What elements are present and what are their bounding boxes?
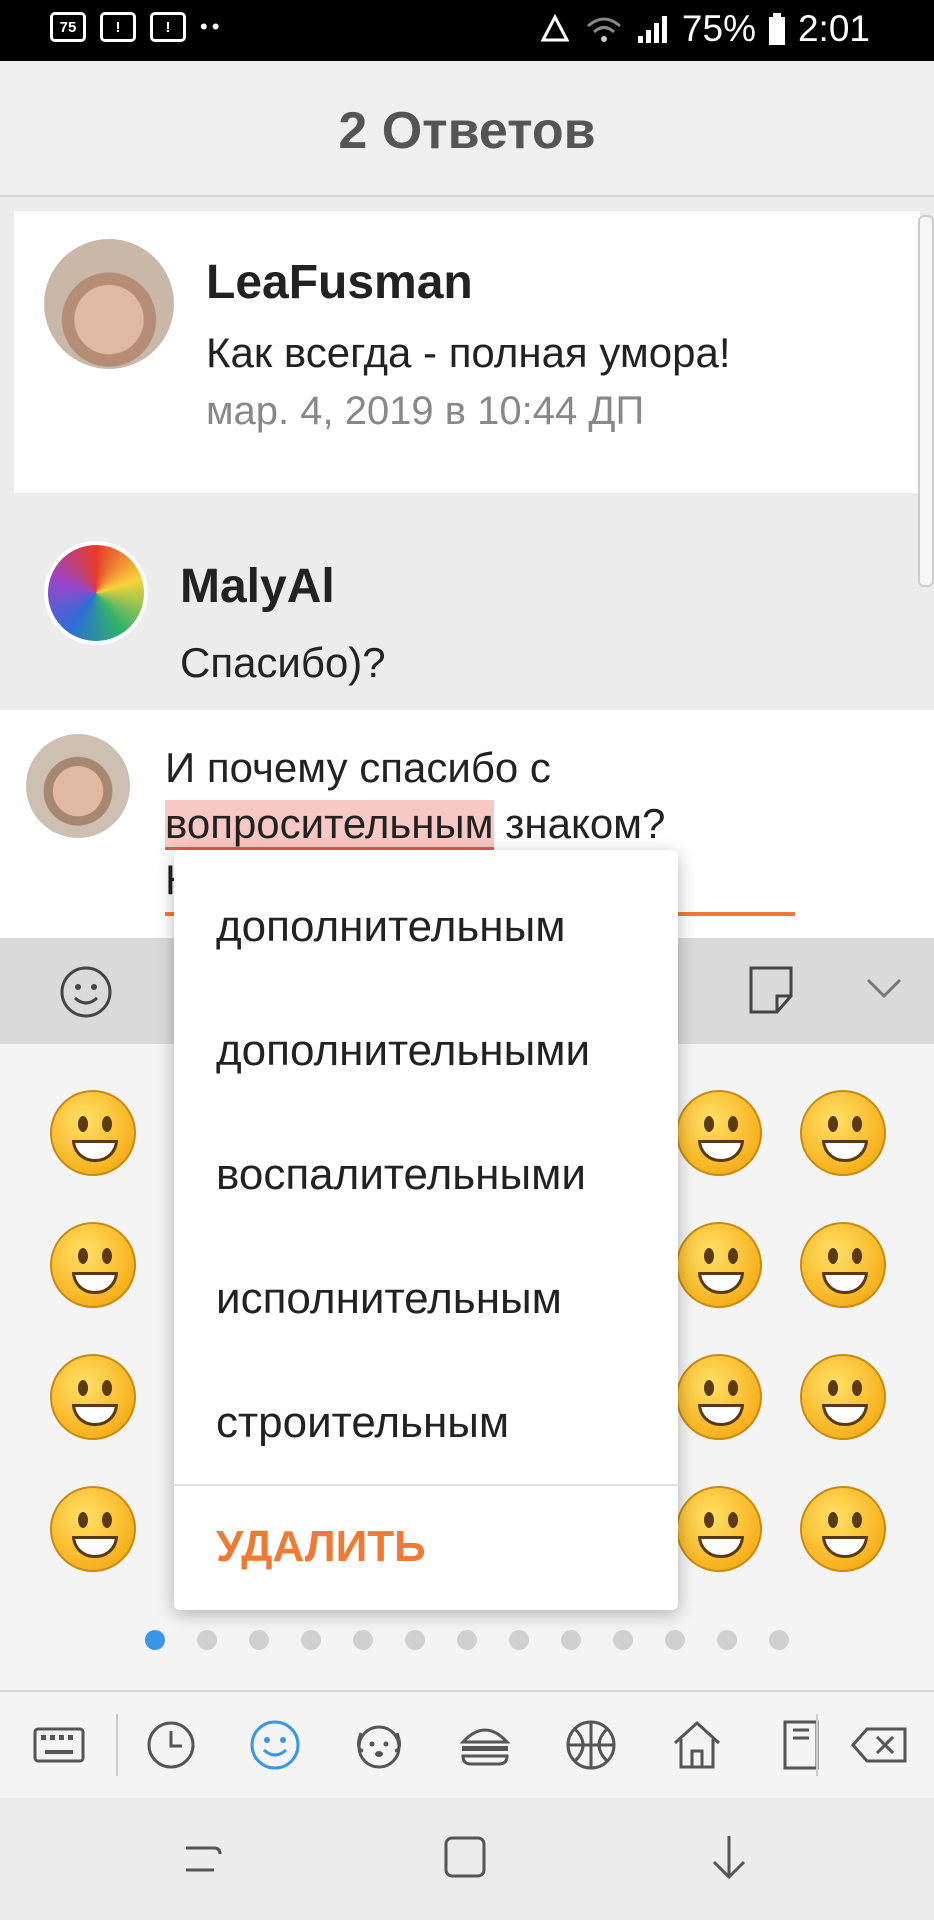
page-dot[interactable] (457, 1630, 477, 1650)
page-title: 2 Ответов (338, 102, 596, 160)
alert-icon: ! (100, 12, 136, 42)
status-bar: 75 ! ! •• 75% 2:01 (0, 0, 934, 61)
suggestion-item[interactable]: строительным (216, 1398, 509, 1448)
divider (816, 1714, 818, 1776)
battery-percent: 75% (681, 8, 756, 49)
emoji-category-bar (0, 1690, 934, 1798)
emoji-key[interactable] (50, 1354, 136, 1440)
back-down-arrow-icon[interactable] (704, 1832, 754, 1882)
emoji-key[interactable] (50, 1090, 136, 1176)
spell-suggestions-popup: дополнительным дополнительными воспалите… (174, 850, 678, 1610)
signal-icon (637, 16, 667, 43)
food-icon[interactable] (456, 1716, 514, 1774)
emoji-key[interactable] (50, 1222, 136, 1308)
emoji-key[interactable] (800, 1486, 886, 1572)
system-nav-bar (0, 1798, 934, 1920)
avatar[interactable] (44, 239, 174, 369)
page-dot[interactable] (509, 1630, 529, 1650)
emoji-mode-icon[interactable] (58, 964, 114, 1020)
suggestion-item[interactable]: дополнительными (216, 1026, 590, 1076)
more-notifications-icon: •• (200, 14, 224, 39)
page-dot[interactable] (353, 1630, 373, 1650)
reply-line-2: вопросительным знаком? (165, 796, 785, 852)
keyboard-icon[interactable] (30, 1716, 88, 1774)
emoji-key[interactable] (800, 1222, 886, 1308)
clock: 2:01 (797, 8, 870, 49)
suggestion-item[interactable]: исполнительным (216, 1274, 562, 1324)
comment-date: мар. 4, 2019 в 10:44 ДП (206, 389, 645, 433)
notification-badge: 75 (50, 12, 86, 42)
page-dot[interactable] (769, 1630, 789, 1650)
wifi-icon (586, 17, 621, 42)
emoji-key[interactable] (676, 1486, 762, 1572)
sticker-icon[interactable] (745, 964, 797, 1016)
scrollbar[interactable] (918, 215, 934, 587)
page-dot[interactable] (301, 1630, 321, 1650)
comment-author[interactable]: LeaFusman (206, 255, 473, 310)
emoji-key[interactable] (676, 1354, 762, 1440)
delete-word-button[interactable]: УДАЛИТЬ (216, 1522, 426, 1572)
recycle-icon (540, 14, 570, 42)
page-dot[interactable] (665, 1630, 685, 1650)
page-dot[interactable] (145, 1630, 165, 1650)
reply-line-1: И почему спасибо с (165, 744, 551, 791)
comment-text: Как всегда - полная умора! (206, 329, 731, 376)
alert-icon-2: ! (150, 12, 186, 42)
sports-ball-icon[interactable] (562, 1716, 620, 1774)
page-dot[interactable] (249, 1630, 269, 1650)
emoji-key[interactable] (800, 1090, 886, 1176)
page-dot[interactable] (561, 1630, 581, 1650)
emoji-key[interactable] (676, 1222, 762, 1308)
reply-line-2-rest: знаком? (493, 800, 666, 847)
battery-icon (768, 13, 785, 45)
comment-text: Спасибо)? (180, 639, 386, 686)
emoji-key[interactable] (800, 1354, 886, 1440)
page-indicator (145, 1630, 789, 1650)
divider (116, 1714, 118, 1776)
smiley-icon[interactable] (246, 1716, 304, 1774)
title-bar: 2 Ответов (0, 61, 934, 197)
status-right: 75% 2:01 (538, 8, 870, 50)
avatar (26, 734, 130, 838)
status-left-icons: 75 ! ! •• (50, 12, 223, 42)
collapse-chevron-icon[interactable] (864, 974, 904, 1002)
backspace-icon[interactable] (848, 1716, 910, 1774)
suggestion-item[interactable]: воспалительными (216, 1150, 586, 1200)
misspelled-word[interactable]: вопросительным (165, 800, 494, 850)
home-square-icon[interactable] (440, 1832, 490, 1882)
comment-list[interactable]: LeaFusman Как всегда - полная умора! мар… (0, 197, 934, 710)
page-dot[interactable] (197, 1630, 217, 1650)
page-dot[interactable] (613, 1630, 633, 1650)
objects-icon[interactable] (772, 1716, 830, 1774)
animal-icon[interactable] (350, 1716, 408, 1774)
avatar[interactable] (44, 541, 148, 645)
page-dot[interactable] (405, 1630, 425, 1650)
page-dot[interactable] (717, 1630, 737, 1650)
recents-icon[interactable] (178, 1834, 228, 1884)
comment-card[interactable]: LeaFusman Как всегда - полная умора! мар… (14, 211, 920, 493)
recent-clock-icon[interactable] (142, 1716, 200, 1774)
emoji-key[interactable] (50, 1486, 136, 1572)
suggestion-item[interactable]: дополнительным (216, 902, 565, 952)
house-icon[interactable] (668, 1716, 726, 1774)
emoji-key[interactable] (676, 1090, 762, 1176)
comment-author[interactable]: MalyAl (180, 559, 335, 614)
divider (174, 1484, 678, 1486)
